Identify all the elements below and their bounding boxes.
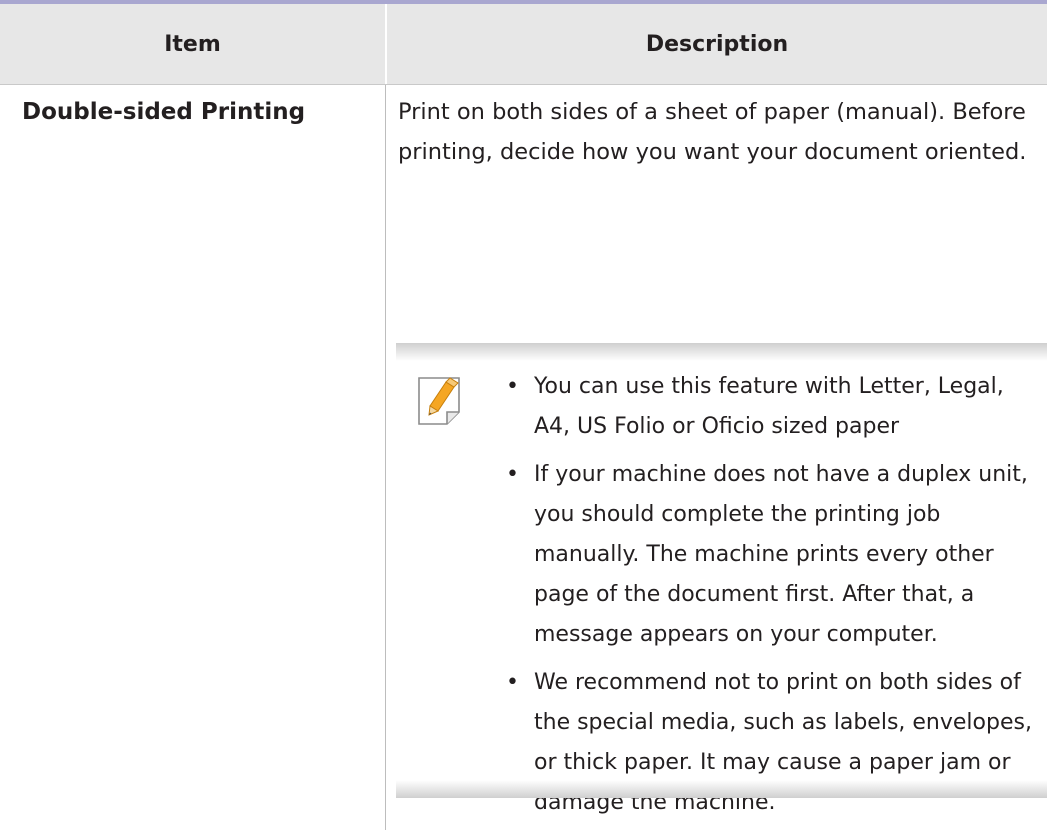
note-band-top bbox=[396, 343, 1047, 361]
note-bullet-text: You can use this feature with Letter, Le… bbox=[534, 374, 1004, 439]
header-item: Item bbox=[164, 31, 221, 57]
column-divider bbox=[385, 85, 386, 830]
note-bullet: • You can use this feature with Letter, … bbox=[506, 367, 1036, 447]
header-bottom-rule bbox=[0, 84, 1047, 85]
bullet-dot: • bbox=[506, 670, 519, 695]
note-band-bottom bbox=[396, 780, 1047, 798]
note-bullet: • We recommend not to print on both side… bbox=[506, 663, 1036, 823]
note-bullet: • If your machine does not have a duplex… bbox=[506, 455, 1036, 655]
header-description: Description bbox=[645, 31, 789, 57]
bullet-dot: • bbox=[506, 462, 519, 487]
table-header-row: Item Description bbox=[0, 4, 1047, 84]
note-pencil-icon bbox=[418, 377, 460, 425]
item-description: Print on both sides of a sheet of paper … bbox=[398, 99, 1027, 165]
note-bullet-text: If your machine does not have a duplex u… bbox=[534, 462, 1028, 647]
note-bullet-list: • You can use this feature with Letter, … bbox=[506, 367, 1036, 830]
note-box: • You can use this feature with Letter, … bbox=[396, 343, 1047, 815]
item-name: Double-sided Printing bbox=[22, 99, 306, 125]
bullet-dot: • bbox=[506, 374, 519, 399]
